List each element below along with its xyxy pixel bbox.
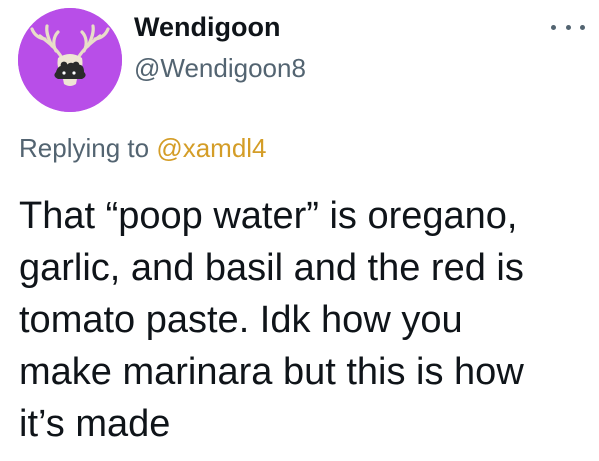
author-avatar[interactable] — [18, 8, 122, 112]
tweet-text-line: make marinara but this is how — [19, 351, 524, 393]
reply-mention-link[interactable]: @xamdl4 — [156, 133, 266, 163]
tweet-text-line: That “poop water” is oregano, — [19, 195, 518, 237]
more-dot — [551, 24, 556, 30]
deer-skull-avatar-icon — [18, 8, 122, 112]
author-handle[interactable]: @Wendigoon8 — [134, 51, 306, 85]
author-display-name[interactable]: Wendigoon — [134, 10, 306, 44]
more-options-icon[interactable] — [551, 16, 585, 38]
author-header: Wendigoon @Wendigoon8 — [134, 10, 306, 85]
tweet-text-line: it’s made — [19, 403, 171, 445]
reply-context: Replying to @xamdl4 — [19, 131, 267, 165]
tweet-text-line: tomato paste. Idk how you — [19, 299, 463, 341]
more-dot — [565, 24, 571, 30]
tweet-text: That “poop water” is oregano, garlic, an… — [19, 190, 589, 450]
reply-context-prefix: Replying to — [19, 133, 150, 163]
more-dot — [580, 24, 585, 30]
tweet-text-line: garlic, and basil and the red is — [19, 247, 524, 289]
tweet-card: Wendigoon @Wendigoon8 Replying to @xamdl… — [0, 0, 599, 461]
